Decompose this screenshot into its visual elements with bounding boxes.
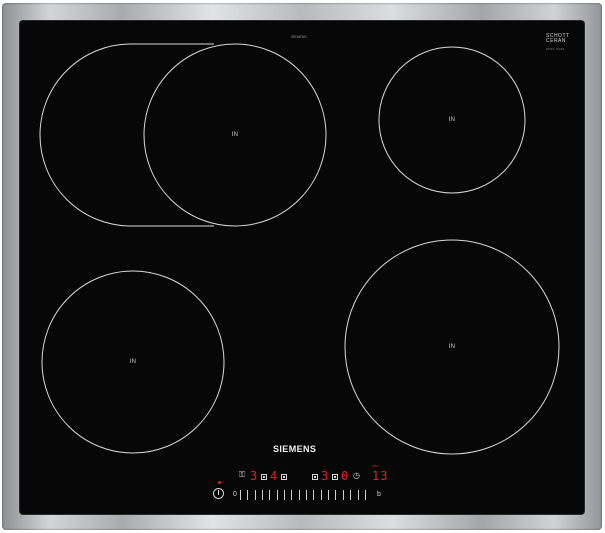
power-indicator-light [218,481,221,484]
zone-display-rear-right: 4 [270,469,278,483]
brand-logo: SIEMENS [273,444,317,454]
zone-select-icon-1[interactable] [261,474,267,480]
child-lock-icon[interactable]: ⚿ [239,471,245,479]
zone-display-rear-left: 3 [250,469,258,483]
zone-select-icon-2[interactable] [281,474,287,480]
power-icon[interactable] [213,488,224,499]
slider-start-label: 0 [233,491,237,498]
zone-label-rear-right: IN [448,117,456,123]
top-brand-print: SIEMENS [291,35,307,39]
schott-ceran-logo: SCHOTT CERAN 9590 0000 [546,33,570,52]
booster-button[interactable]: b [377,491,381,498]
power-level-slider[interactable] [240,490,366,500]
zone-display-front-right: 0 [341,469,349,483]
zone-label-rear-left: IN [231,132,239,138]
zone-label-front-left: IN [129,359,137,365]
rear-left-extension-outline [39,43,214,227]
clock-icon[interactable]: ◷ [353,472,360,480]
zone-display-front-left: 3 [321,469,329,483]
zone-select-icon-3[interactable] [312,474,318,480]
timer-unit: min [372,463,379,468]
zone-label-front-right: IN [448,344,456,350]
timer-display: 13 [372,469,389,483]
zone-select-icon-4[interactable] [332,474,338,480]
